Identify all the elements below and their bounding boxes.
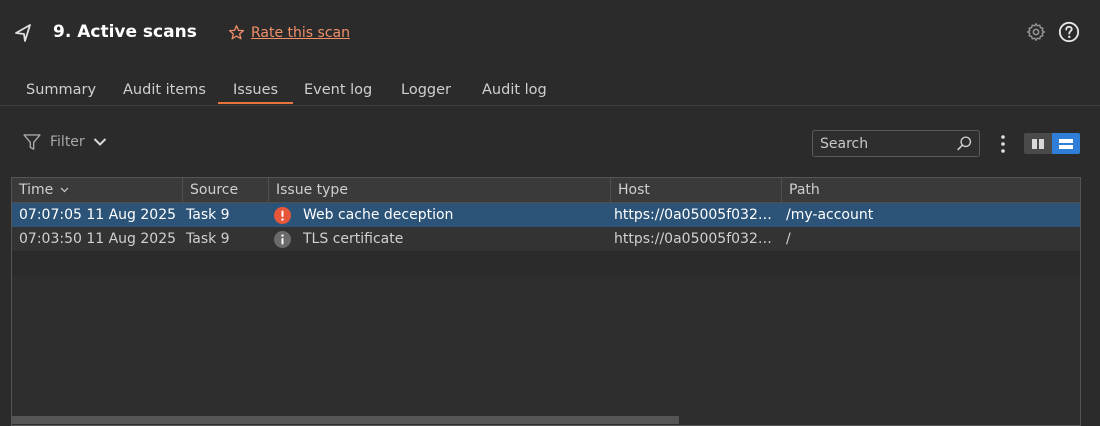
rows-icon — [1059, 138, 1073, 149]
column-header-host[interactable]: Host — [611, 178, 782, 203]
column-header-label: Time — [19, 182, 54, 198]
table-row[interactable]: 07:07:05 11 Aug 2025 Task 9 Web cache de… — [12, 203, 1080, 227]
rows-view-button[interactable] — [1052, 133, 1080, 154]
columns-icon — [1032, 138, 1044, 149]
chevron-down-icon — [93, 138, 106, 146]
table-header: Time Source Issue type Host Path — [12, 178, 1080, 203]
page-title: 9. Active scans — [53, 22, 197, 42]
column-header-path[interactable]: Path — [782, 178, 1080, 203]
cell-time: 07:03:50 11 Aug 2025 — [19, 231, 177, 247]
rate-scan-label[interactable]: Rate this scan — [251, 25, 350, 41]
tab-event-log[interactable]: Event log — [304, 82, 372, 98]
scrollbar-thumb[interactable] — [12, 416, 679, 424]
cell-source: Task 9 — [186, 207, 230, 223]
exclamation-icon — [274, 207, 291, 224]
tab-logger[interactable]: Logger — [401, 82, 451, 98]
column-header-issue-type[interactable]: Issue type — [269, 178, 611, 203]
tab-summary[interactable]: Summary — [26, 82, 96, 98]
cell-source: Task 9 — [186, 231, 230, 247]
cell-path: /my-account — [786, 207, 874, 223]
horizontal-scrollbar[interactable] — [12, 415, 1080, 425]
cell-time: 07:07:05 11 Aug 2025 — [19, 207, 177, 223]
filter-funnel-icon — [23, 134, 41, 150]
column-header-source[interactable]: Source — [183, 178, 269, 203]
filter-label: Filter — [50, 134, 85, 150]
column-header-time[interactable]: Time — [12, 178, 183, 203]
issues-table: Time Source Issue type Host Path 07:07:0… — [11, 177, 1081, 426]
cell-host: https://0a05005f0327... — [614, 231, 778, 247]
gear-icon[interactable] — [1026, 22, 1046, 42]
back-arrow-icon[interactable] — [12, 22, 34, 44]
cell-path: / — [786, 231, 791, 247]
sort-descending-icon — [60, 187, 69, 193]
star-icon — [228, 25, 245, 40]
tab-issues[interactable]: Issues — [217, 82, 294, 104]
search-icon[interactable] — [956, 135, 973, 152]
table-empty-area — [12, 275, 1080, 425]
more-options-icon[interactable] — [996, 134, 1010, 154]
help-icon[interactable] — [1058, 21, 1080, 43]
cell-host: https://0a05005f0327... — [614, 207, 778, 223]
table-row[interactable]: 07:03:50 11 Aug 2025 Task 9 TLS certific… — [12, 227, 1080, 251]
cell-issue-type: TLS certificate — [303, 231, 404, 247]
rate-scan-link[interactable]: Rate this scan — [228, 24, 350, 41]
view-toggle — [1024, 133, 1080, 154]
toolbar: Filter — [0, 106, 1100, 176]
cell-issue-type: Web cache deception — [303, 207, 454, 223]
filter-button[interactable]: Filter — [22, 132, 107, 152]
tab-bar: Summary Audit items Issues Event log Log… — [0, 66, 1100, 106]
header-bar: 9. Active scans Rate this scan — [0, 0, 1100, 66]
search-box — [812, 130, 980, 157]
split-view-button[interactable] — [1024, 133, 1052, 154]
tab-audit-items[interactable]: Audit items — [123, 82, 206, 98]
search-input[interactable] — [813, 131, 953, 156]
tab-audit-log[interactable]: Audit log — [482, 82, 547, 98]
info-icon — [274, 231, 291, 248]
